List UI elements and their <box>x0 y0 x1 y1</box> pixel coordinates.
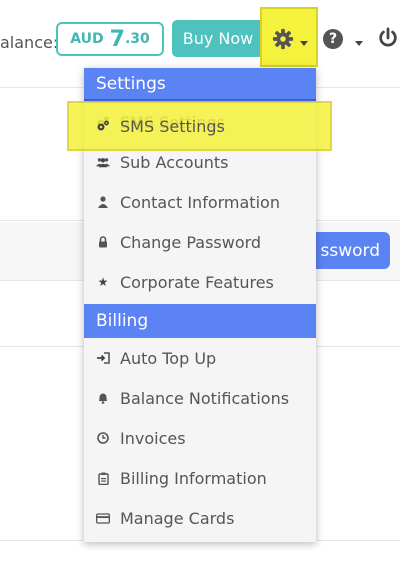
balance-decimal: .30 <box>124 31 150 47</box>
menu-item-change-password[interactable]: Change Password <box>84 222 316 262</box>
menu-section-header: Settings <box>84 68 316 102</box>
buy-now-button[interactable]: Buy Now <box>172 20 264 57</box>
user-icon <box>96 195 110 209</box>
balance-badge: AUD 7 .30 <box>56 22 164 56</box>
menu-item-corporate-features[interactable]: ★ Corporate Features <box>84 262 316 302</box>
menu-item-label: Manage Cards <box>120 508 235 528</box>
menu-item-contact-information[interactable]: Contact Information <box>84 182 316 222</box>
balance-label: alance: <box>0 33 59 52</box>
sign-in-icon <box>96 351 110 365</box>
menu-item-label: Invoices <box>120 428 186 448</box>
menu-item-billing-information[interactable]: Billing Information <box>84 458 316 498</box>
menu-item-balance-notifications[interactable]: Balance Notifications <box>84 378 316 418</box>
menu-item-label: Corporate Features <box>120 272 274 292</box>
settings-caret-icon[interactable] <box>300 41 308 46</box>
menu-item-invoices[interactable]: Invoices <box>84 418 316 458</box>
star-icon: ★ <box>97 275 109 289</box>
question-circle-icon[interactable]: ? <box>323 29 343 49</box>
balance-currency: AUD <box>70 31 104 47</box>
bell-icon <box>96 391 110 405</box>
cogs-icon <box>96 119 110 133</box>
balance-integer: 7 <box>109 26 125 52</box>
help-caret-icon[interactable] <box>355 41 363 46</box>
users-icon <box>96 155 110 169</box>
menu-section-header: Billing <box>84 304 316 338</box>
menu-item-label: SMS Settings <box>120 116 225 136</box>
menu-item-label: Billing Information <box>120 468 267 488</box>
clock-icon <box>96 431 110 445</box>
menu-item-auto-top-up[interactable]: Auto Top Up <box>84 338 316 378</box>
credit-card-icon <box>96 511 110 525</box>
menu-item-sms-settings-overlay[interactable]: SMS Settings <box>96 106 225 146</box>
power-icon[interactable] <box>377 27 399 49</box>
clipboard-icon <box>96 471 110 485</box>
menu-item-manage-cards[interactable]: Manage Cards <box>84 498 316 538</box>
menu-item-label: Sub Accounts <box>120 152 229 172</box>
menu-item-label: Contact Information <box>120 192 280 212</box>
menu-item-label: Change Password <box>120 232 262 252</box>
menu-item-label: Balance Notifications <box>120 388 290 408</box>
lock-icon <box>96 235 110 249</box>
gear-icon[interactable] <box>272 28 294 50</box>
menu-item-label: Auto Top Up <box>120 348 217 368</box>
